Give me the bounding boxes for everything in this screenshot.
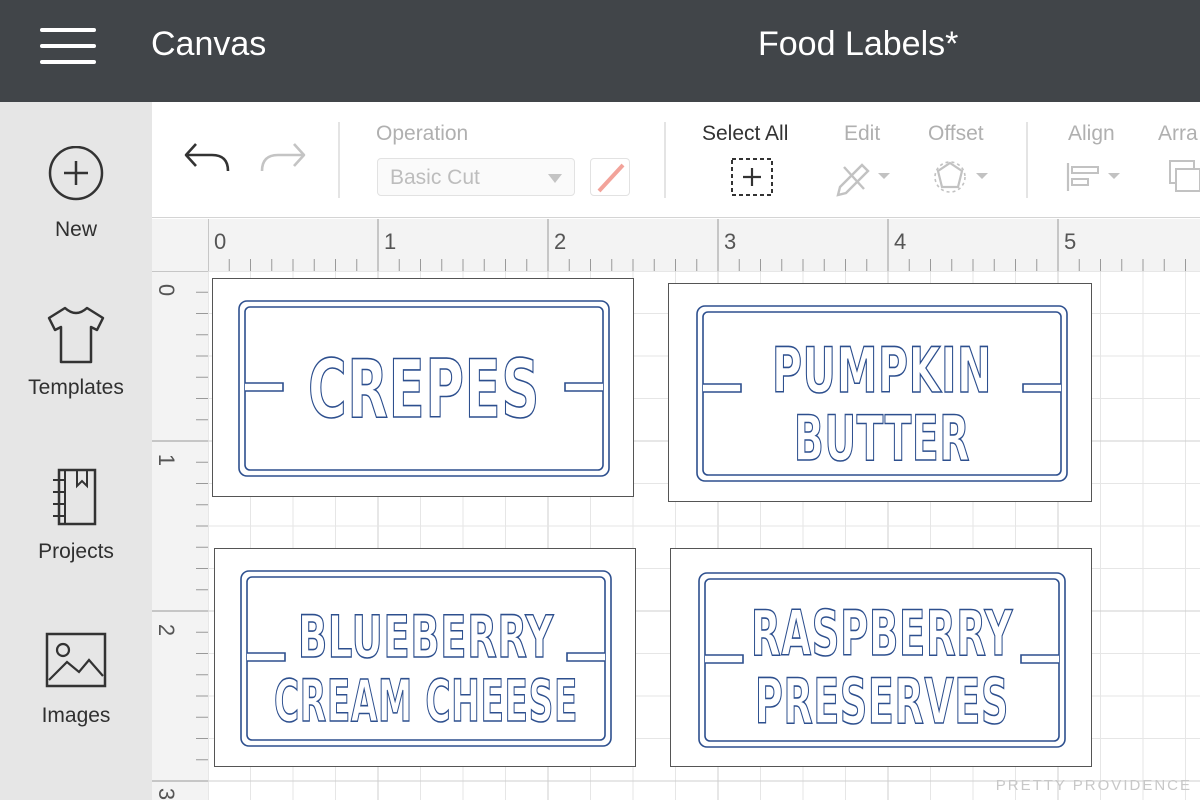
notebook-icon — [53, 468, 97, 526]
operation-select[interactable]: Basic Cut — [377, 158, 575, 196]
toolbar-divider — [664, 122, 666, 198]
label-text: CREAM CHEESE — [274, 667, 578, 735]
label-text: CREPES — [308, 343, 540, 436]
toolbar: Operation Basic Cut Select All Edit Offs… — [152, 102, 1200, 218]
arrange-icon[interactable] — [1166, 157, 1200, 197]
sidebar-item-projects[interactable]: Projects — [0, 468, 152, 564]
sidebar-item-label: New — [54, 218, 97, 241]
label-text: PUMPKIN — [772, 334, 992, 407]
ruler-number: 0 — [154, 283, 180, 297]
ruler-number: 1 — [384, 229, 397, 254]
edit-label: Edit — [844, 122, 881, 145]
vertical-ruler-ticks — [152, 271, 208, 782]
sidebar: New Templates Projects Images — [0, 102, 152, 800]
ruler-number: 2 — [554, 229, 567, 254]
ruler-number: 4 — [894, 229, 907, 254]
app-title: Canvas — [151, 25, 267, 63]
align-label: Align — [1068, 122, 1115, 145]
hamburger-menu-icon[interactable] — [40, 28, 96, 64]
label-outline: RASPBERRY PRESERVES — [698, 572, 1066, 748]
sidebar-item-templates[interactable]: Templates — [0, 304, 152, 400]
offset-icon[interactable] — [932, 157, 996, 197]
ruler-number: 1 — [154, 453, 180, 467]
toolbar-divider — [1026, 122, 1028, 198]
design-canvas[interactable]: CREPES PUMPKIN BUTTER BLUEBERRY CREAM CH… — [208, 271, 1200, 800]
image-icon — [45, 632, 107, 688]
operation-label: Operation — [376, 122, 469, 145]
horizontal-ruler-ticks — [207, 219, 1186, 271]
sidebar-item-label: Images — [41, 704, 111, 727]
select-all-icon[interactable] — [730, 157, 774, 197]
label-text: PRESERVES — [755, 665, 1009, 738]
edit-icon[interactable] — [834, 157, 898, 197]
chevron-down-icon — [548, 174, 562, 183]
sidebar-item-images[interactable]: Images — [0, 632, 152, 728]
color-slash-icon — [597, 163, 625, 193]
pen-color-swatch[interactable] — [590, 158, 630, 196]
label-outline: CREPES — [238, 300, 610, 477]
tshirt-icon — [47, 306, 105, 364]
align-icon[interactable] — [1064, 157, 1128, 197]
ruler-number: 0 — [214, 229, 227, 254]
undo-icon[interactable] — [182, 138, 232, 178]
horizontal-ruler: 0 1 2 3 4 5 — [152, 219, 1200, 271]
ruler-number: 5 — [1064, 229, 1077, 254]
label-card-blueberry-cream-cheese[interactable]: BLUEBERRY CREAM CHEESE — [214, 548, 636, 767]
redo-icon[interactable] — [258, 138, 308, 178]
label-text: RASPBERRY — [751, 597, 1013, 670]
sidebar-item-label: Projects — [38, 540, 114, 563]
ruler-corner — [152, 219, 208, 271]
label-text: BLUEBERRY — [298, 603, 554, 671]
toolbar-divider — [338, 122, 340, 198]
plus-circle-icon — [48, 146, 104, 201]
watermark: PRETTY PROVIDENCE — [995, 777, 1192, 794]
label-card-raspberry-preserves[interactable]: RASPBERRY PRESERVES — [670, 548, 1092, 767]
project-title[interactable]: Food Labels* — [758, 25, 958, 64]
sidebar-item-new[interactable]: New — [0, 146, 152, 242]
label-card-pumpkin-butter[interactable]: PUMPKIN BUTTER — [668, 283, 1092, 502]
label-card-crepes[interactable]: CREPES — [212, 278, 634, 497]
ruler-number: 3 — [154, 787, 180, 800]
arrange-label: Arra — [1158, 122, 1198, 145]
select-all-label[interactable]: Select All — [702, 122, 788, 146]
sidebar-item-label: Templates — [28, 376, 124, 399]
vertical-ruler: 0 1 2 3 — [152, 271, 208, 800]
label-outline: PUMPKIN BUTTER — [696, 305, 1068, 482]
label-outline: BLUEBERRY CREAM CHEESE — [240, 570, 612, 747]
ruler-number: 2 — [154, 623, 180, 637]
label-text: BUTTER — [794, 402, 970, 475]
ruler-number: 3 — [724, 229, 737, 254]
offset-label: Offset — [928, 122, 984, 145]
operation-value: Basic Cut — [390, 166, 480, 189]
top-bar: Canvas Food Labels* — [0, 0, 1200, 102]
